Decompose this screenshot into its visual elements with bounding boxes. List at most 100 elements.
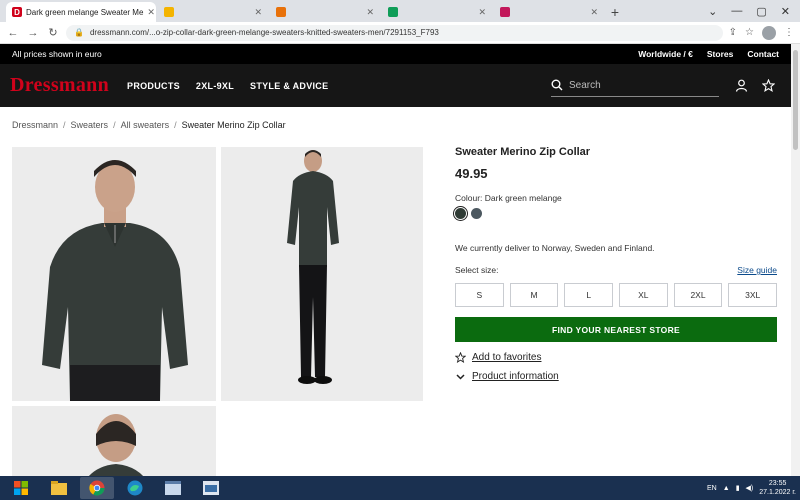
search-icon xyxy=(551,79,563,91)
size-s[interactable]: S xyxy=(455,283,504,307)
system-clock[interactable]: 23:55 27.1.2022 г. xyxy=(759,479,796,497)
product-price: 49.95 xyxy=(455,166,488,181)
breadcrumb-item[interactable]: All sweaters xyxy=(121,120,170,130)
breadcrumb-item[interactable]: Sweaters xyxy=(71,120,109,130)
maximize-icon[interactable]: ▢ xyxy=(756,5,766,18)
chevron-down-icon xyxy=(456,374,465,380)
tray-arrow-icon[interactable]: ▲ xyxy=(723,485,730,492)
breadcrumb: Dressmann / Sweaters / All sweaters / Sweat… xyxy=(12,120,286,130)
breadcrumb-item[interactable]: Dressmann xyxy=(12,120,58,130)
select-size-label: Select size: xyxy=(455,265,499,275)
delivery-notice: We currently deliver to Norway, Sweden a… xyxy=(455,243,655,253)
nav-2xl-9xl[interactable]: 2XL-9XL xyxy=(196,81,234,91)
window-controls: ⌄ — ▢ ✕ xyxy=(708,0,800,22)
model-back-illustration xyxy=(12,406,216,476)
colour-swatches xyxy=(455,208,777,219)
tab-title: Dark green melange Sweater Me xyxy=(26,7,144,17)
size-m[interactable]: M xyxy=(509,283,559,307)
browser-tab[interactable]: ✕ xyxy=(270,2,380,22)
dressmann-favicon-icon: D xyxy=(12,7,22,17)
tab-favicon-icon xyxy=(388,7,398,17)
region-selector[interactable]: Worldwide / € xyxy=(638,49,693,59)
swatch-dark-green[interactable] xyxy=(455,208,466,219)
profile-avatar[interactable] xyxy=(762,25,776,40)
close-tab-icon[interactable]: ✕ xyxy=(254,7,262,18)
model-full-illustration xyxy=(221,147,423,401)
browser-tab-active[interactable]: D Dark green melange Sweater Me ✕ xyxy=(6,2,156,22)
product-info-label: Product information xyxy=(472,371,559,382)
tab-search-icon[interactable]: ⌄ xyxy=(708,5,717,18)
network-icon[interactable]: ▮ xyxy=(736,484,740,492)
top-info-bar: All prices shown in euro Worldwide / € S… xyxy=(0,44,791,64)
lock-icon[interactable]: 🔒 xyxy=(74,28,84,37)
search-input[interactable]: Search xyxy=(551,75,719,97)
model-front-illustration xyxy=(12,147,216,401)
share-icon[interactable]: ⇪ xyxy=(729,27,737,38)
forward-icon[interactable]: → xyxy=(26,27,40,39)
browser-tab[interactable]: ✕ xyxy=(158,2,268,22)
product-image-full[interactable] xyxy=(221,147,423,401)
size-l[interactable]: L xyxy=(564,283,614,307)
url-field[interactable]: 🔒 dressmann.com/...o-zip-collar-dark-gre… xyxy=(66,24,723,41)
close-tab-icon[interactable]: ✕ xyxy=(478,7,486,18)
add-to-favorites-link[interactable]: Add to favorites xyxy=(455,352,777,363)
menu-dots-icon[interactable]: ⋮ xyxy=(784,27,794,38)
windows-logo-icon xyxy=(14,481,28,495)
account-icon[interactable] xyxy=(735,79,748,92)
close-tab-icon[interactable]: ✕ xyxy=(147,7,155,18)
tab-favicon-icon xyxy=(276,7,286,17)
stores-link[interactable]: Stores xyxy=(707,49,733,59)
browser-tab[interactable]: ✕ xyxy=(382,2,492,22)
tab-favicon-icon xyxy=(500,7,510,17)
contact-link[interactable]: Contact xyxy=(747,49,779,59)
web-page: All prices shown in euro Worldwide / € S… xyxy=(0,44,791,476)
clock-date: 27.1.2022 г. xyxy=(759,489,796,496)
size-guide-link[interactable]: Size guide xyxy=(737,265,777,275)
search-placeholder: Search xyxy=(569,79,601,91)
reload-icon[interactable]: ↻ xyxy=(46,26,60,39)
bookmark-star-icon[interactable]: ☆ xyxy=(745,27,754,38)
nav-style-advice[interactable]: STYLE & ADVICE xyxy=(250,81,328,91)
clock-time: 23:55 xyxy=(768,480,787,487)
size-2xl[interactable]: 2XL xyxy=(673,283,723,307)
favorites-star-icon[interactable] xyxy=(762,79,775,92)
swatch-grey[interactable] xyxy=(471,208,482,219)
start-button[interactable] xyxy=(4,477,38,499)
product-image-front[interactable] xyxy=(12,147,216,401)
browser-tab-strip: D Dark green melange Sweater Me ✕ ✕ ✕ ✕ … xyxy=(0,0,800,22)
windows-taskbar: EN ▲ ▮ ◀) 23:55 27.1.2022 г. xyxy=(0,476,800,500)
find-store-button[interactable]: FIND YOUR NEAREST STORE xyxy=(455,317,777,342)
product-title: Sweater Merino Zip Collar xyxy=(455,146,591,158)
system-tray: EN ▲ ▮ ◀) 23:55 27.1.2022 г. xyxy=(707,479,800,497)
size-3xl[interactable]: 3XL xyxy=(728,283,778,307)
close-window-icon[interactable]: ✕ xyxy=(781,5,790,18)
app-window-icon[interactable] xyxy=(156,477,190,499)
language-indicator[interactable]: EN xyxy=(707,485,717,492)
edge-icon[interactable] xyxy=(118,477,152,499)
back-icon[interactable]: ← xyxy=(6,27,20,39)
star-outline-icon xyxy=(455,352,466,363)
app-window-icon-2[interactable] xyxy=(194,477,228,499)
product-information-toggle[interactable]: Product information xyxy=(455,371,777,382)
url-text: dressmann.com/...o-zip-collar-dark-green… xyxy=(89,28,439,37)
browser-tab[interactable]: ✕ xyxy=(494,2,604,22)
dressmann-logo[interactable]: Dressmann xyxy=(10,74,109,97)
close-tab-icon[interactable]: ✕ xyxy=(590,7,598,18)
tab-favicon-icon xyxy=(164,7,174,17)
product-image-back[interactable] xyxy=(12,406,216,476)
file-explorer-icon[interactable] xyxy=(42,477,76,499)
size-xl[interactable]: XL xyxy=(619,283,668,307)
currency-notice: All prices shown in euro xyxy=(12,49,102,59)
minimize-icon[interactable]: — xyxy=(731,5,742,17)
close-tab-icon[interactable]: ✕ xyxy=(366,7,374,18)
page-scrollbar[interactable] xyxy=(791,44,800,476)
chrome-icon[interactable] xyxy=(80,477,114,499)
nav-products[interactable]: PRODUCTS xyxy=(127,81,180,91)
favorites-label: Add to favorites xyxy=(472,352,542,363)
address-bar-row: ← → ↻ 🔒 dressmann.com/...o-zip-collar-da… xyxy=(0,22,800,44)
breadcrumb-current: Sweater Merino Zip Collar xyxy=(181,120,286,130)
volume-icon[interactable]: ◀) xyxy=(746,484,754,492)
new-tab-button[interactable]: + xyxy=(606,3,624,21)
scrollbar-thumb[interactable] xyxy=(793,50,798,150)
size-options: S M L XL 2XL 3XL xyxy=(455,283,778,307)
